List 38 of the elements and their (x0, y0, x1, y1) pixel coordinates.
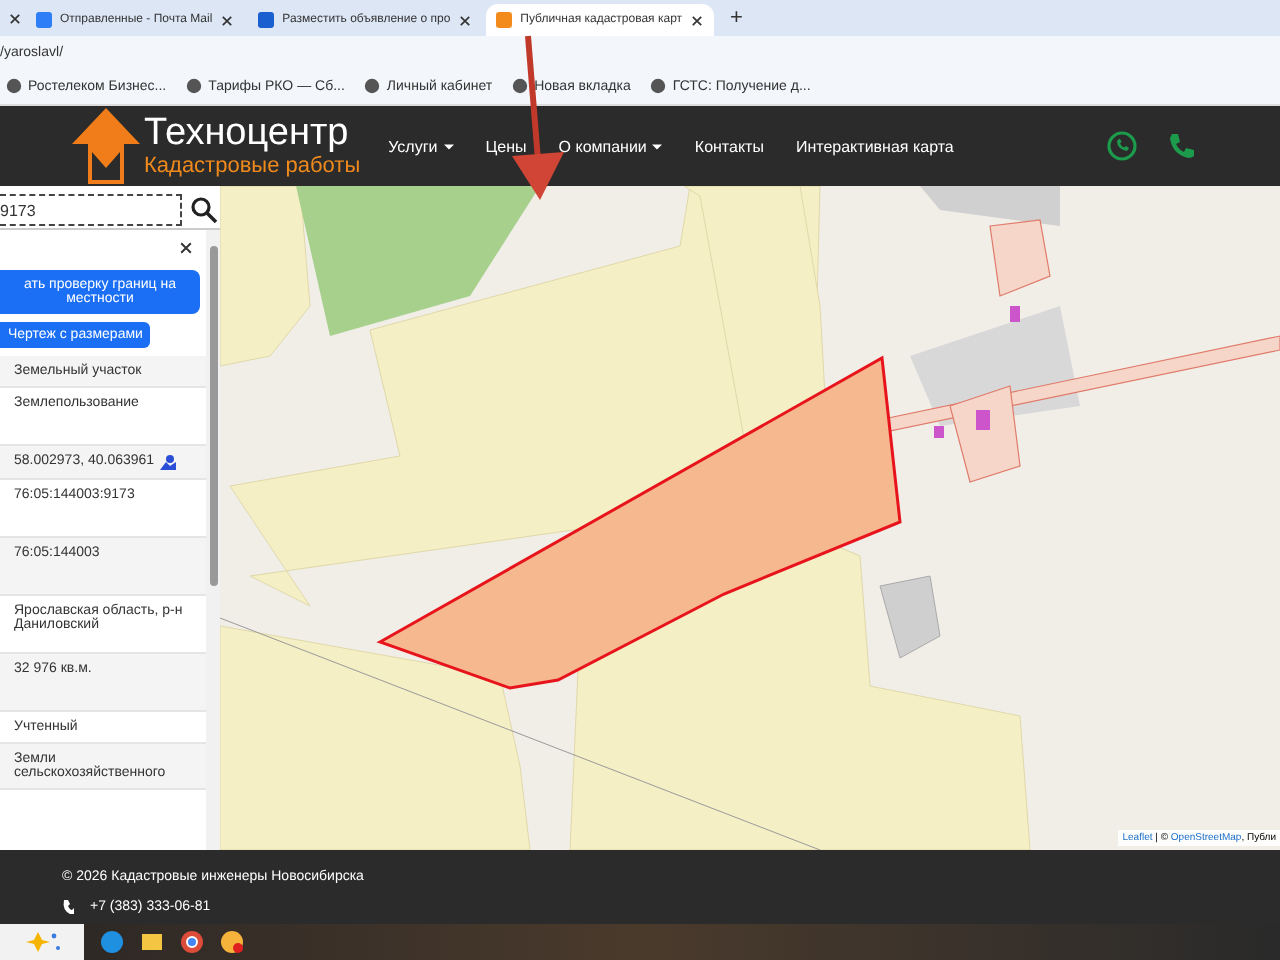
caret-icon[interactable] (652, 143, 663, 150)
lot-shape (949, 386, 1021, 484)
nav-link[interactable]: Интерактивная карта (795, 137, 954, 156)
app-icon[interactable] (220, 930, 244, 954)
phone-icon[interactable] (1166, 130, 1198, 163)
site-icon (258, 12, 275, 28)
site-icon (36, 12, 52, 28)
map-marker-icon[interactable] (160, 454, 177, 471)
nav-link[interactable]: О компании (558, 137, 663, 156)
land-parcel-shape[interactable] (376, 356, 902, 691)
nav-link[interactable]: Контакты (694, 137, 764, 156)
new-tab-button[interactable]: + (718, 6, 755, 30)
close-icon[interactable] (178, 240, 194, 257)
nav-link[interactable]: Цены (485, 137, 527, 156)
site-icon (364, 78, 381, 94)
site-icon (650, 78, 667, 94)
phone-icon (62, 900, 74, 915)
close-icon[interactable] (8, 11, 22, 25)
site-icon (512, 78, 529, 94)
caret-icon[interactable] (443, 143, 454, 150)
building-shape (934, 426, 944, 439)
search-icon[interactable] (190, 196, 218, 225)
close-icon[interactable] (690, 13, 705, 27)
building-shape (976, 410, 990, 431)
search-field[interactable]: 9173 (0, 194, 182, 227)
building-shape (1010, 306, 1020, 323)
scrollbar[interactable] (206, 230, 220, 851)
site-icon (186, 78, 203, 94)
built-area (879, 576, 941, 660)
lot-shape (989, 220, 1051, 298)
nav-link[interactable]: Услуги (388, 137, 454, 156)
close-icon[interactable] (220, 13, 235, 27)
folder-icon[interactable] (140, 930, 164, 954)
logo-subtitle: Кадастровые работы (144, 154, 361, 179)
logo-title: Техноцентр (144, 114, 351, 155)
site-icon (496, 12, 513, 28)
site-icon (6, 78, 22, 94)
close-icon[interactable] (458, 13, 473, 27)
